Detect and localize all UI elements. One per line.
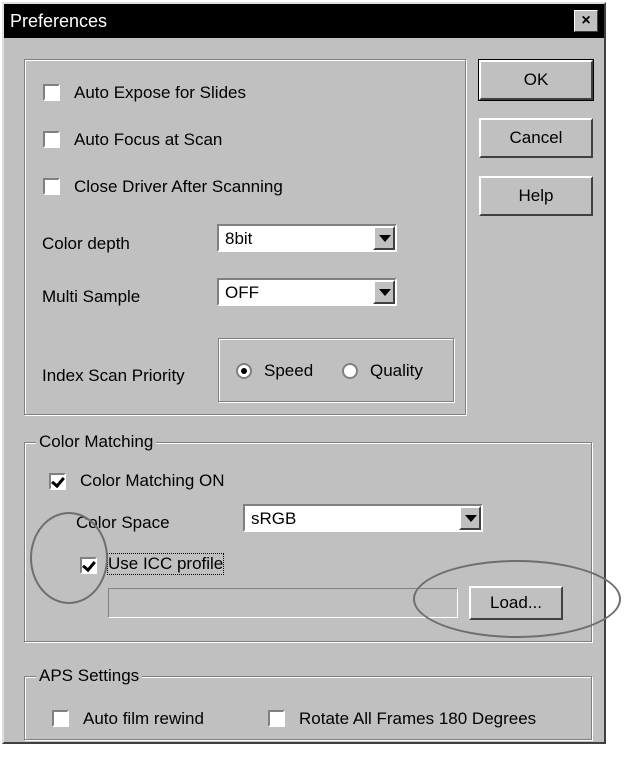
ok-button[interactable]: OK	[478, 59, 594, 101]
color-space-select[interactable]: sRGB	[243, 504, 483, 532]
auto-expose-label: Auto Expose for Slides	[74, 83, 246, 102]
close-driver-checkbox[interactable]	[43, 178, 60, 195]
close-button[interactable]: ×	[574, 10, 598, 32]
help-button[interactable]: Help	[479, 176, 593, 216]
auto-rewind-label: Auto film rewind	[83, 709, 204, 728]
color-depth-label: Color depth	[42, 234, 130, 253]
color-matching-group-label: Color Matching	[36, 432, 157, 452]
annotation-circle-icc	[30, 512, 108, 604]
color-space-value: sRGB	[251, 509, 297, 528]
close-icon: ×	[581, 12, 591, 29]
chevron-down-icon[interactable]	[373, 226, 395, 250]
cancel-button[interactable]: Cancel	[479, 118, 593, 158]
multi-sample-select[interactable]: OFF	[217, 278, 397, 306]
speed-label: Speed	[264, 361, 314, 380]
speed-radio[interactable]	[236, 363, 252, 379]
multi-sample-label: Multi Sample	[42, 287, 141, 306]
chevron-down-icon[interactable]	[373, 280, 395, 304]
annotation-circle-load	[413, 560, 621, 638]
window-title: Preferences	[10, 11, 108, 31]
close-driver-label: Close Driver After Scanning	[74, 177, 283, 196]
auto-focus-label: Auto Focus at Scan	[74, 130, 223, 149]
chevron-down-icon[interactable]	[459, 506, 481, 530]
rotate-frames-checkbox[interactable]	[268, 710, 285, 727]
use-icc-label: Use ICC profile	[106, 553, 225, 575]
rotate-frames-label: Rotate All Frames 180 Degrees	[299, 709, 537, 728]
color-depth-value: 8bit	[225, 229, 253, 248]
auto-expose-checkbox[interactable]	[43, 84, 60, 101]
auto-rewind-checkbox[interactable]	[52, 710, 69, 727]
title-bar: Preferences ×	[4, 4, 604, 38]
quality-label: Quality	[370, 361, 423, 380]
quality-radio[interactable]	[342, 363, 358, 379]
auto-focus-checkbox[interactable]	[43, 131, 60, 148]
color-depth-select[interactable]: 8bit	[217, 224, 397, 252]
color-matching-on-label: Color Matching ON	[80, 471, 225, 490]
icc-profile-path-field[interactable]	[108, 588, 458, 618]
aps-settings-group-label: APS Settings	[36, 666, 143, 686]
index-scan-label: Index Scan Priority	[42, 366, 185, 385]
color-matching-on-checkbox[interactable]	[49, 473, 66, 490]
multi-sample-value: OFF	[225, 283, 259, 302]
